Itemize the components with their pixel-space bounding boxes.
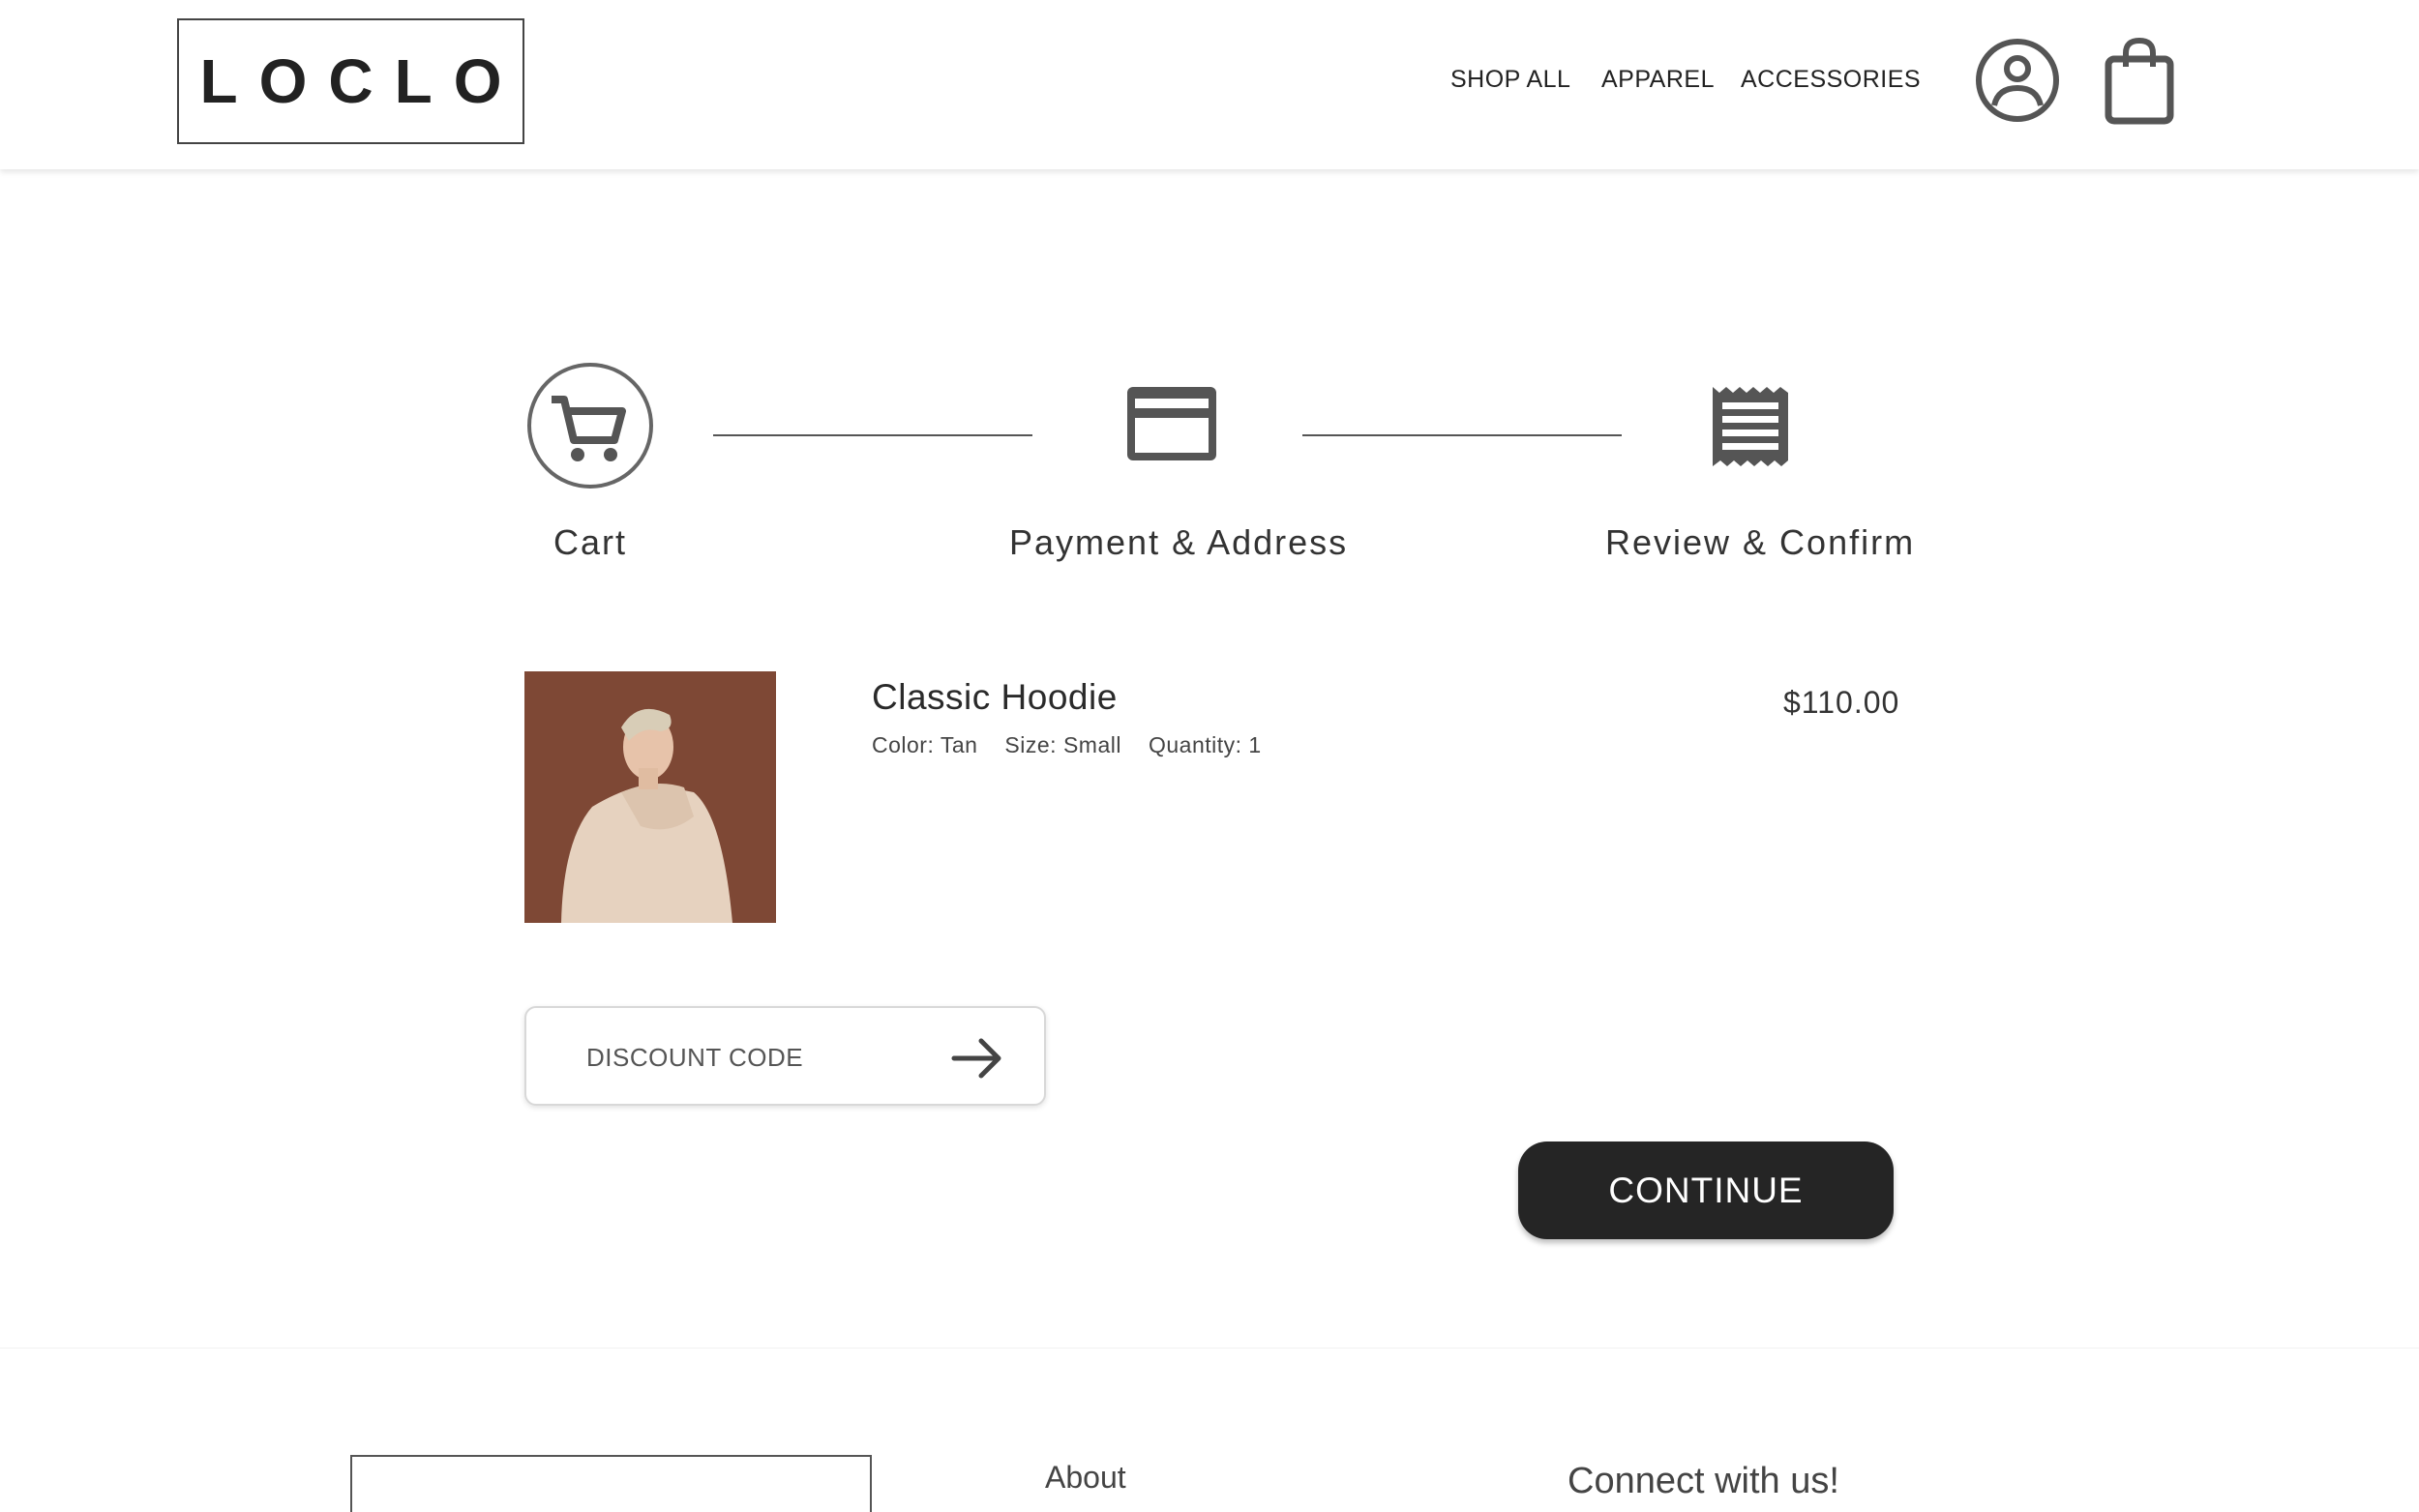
footer-newsletter-box[interactable] xyxy=(350,1455,872,1512)
account-icon[interactable] xyxy=(1975,38,2060,123)
receipt-icon xyxy=(1713,387,1788,466)
site-logo[interactable]: LOCLO xyxy=(177,18,524,144)
discount-code-field xyxy=(524,1006,1046,1106)
site-footer: About Connect with us! xyxy=(0,1348,2419,1512)
product-details: Color: Tan Size: Small Quantity: 1 xyxy=(872,732,1262,758)
product-quantity: Quantity: 1 xyxy=(1148,732,1262,757)
product-image[interactable] xyxy=(524,671,776,923)
nav-apparel[interactable]: APPAREL xyxy=(1601,66,1715,94)
product-color: Color: Tan xyxy=(872,732,978,757)
site-header: LOCLO SHOP ALL APPAREL ACCESSORIES xyxy=(0,0,2419,169)
nav-shop-all[interactable]: SHOP ALL xyxy=(1450,66,1570,94)
continue-button[interactable]: CONTINUE xyxy=(1518,1141,1894,1239)
cart-icon xyxy=(527,363,653,489)
product-size: Size: Small xyxy=(1004,732,1121,757)
footer-about-link[interactable]: About xyxy=(1045,1460,1126,1496)
arrow-right-icon[interactable] xyxy=(948,1029,1006,1087)
nav-accessories[interactable]: ACCESSORIES xyxy=(1741,66,1921,94)
product-name[interactable]: Classic Hoodie xyxy=(872,677,1118,718)
footer-connect-heading: Connect with us! xyxy=(1568,1461,1839,1501)
step-connector xyxy=(1302,434,1622,436)
logo-text: LOCLO xyxy=(199,46,523,116)
step-connector xyxy=(713,434,1032,436)
credit-card-icon xyxy=(1127,387,1216,460)
discount-code-input[interactable] xyxy=(586,1035,935,1080)
step-label-review: Review & Confirm xyxy=(1605,522,1916,562)
step-label-payment: Payment & Address xyxy=(1009,522,1349,562)
step-label-cart: Cart xyxy=(553,522,628,562)
product-price: $110.00 xyxy=(1783,685,1900,720)
shopping-bag-icon[interactable] xyxy=(2105,36,2174,125)
